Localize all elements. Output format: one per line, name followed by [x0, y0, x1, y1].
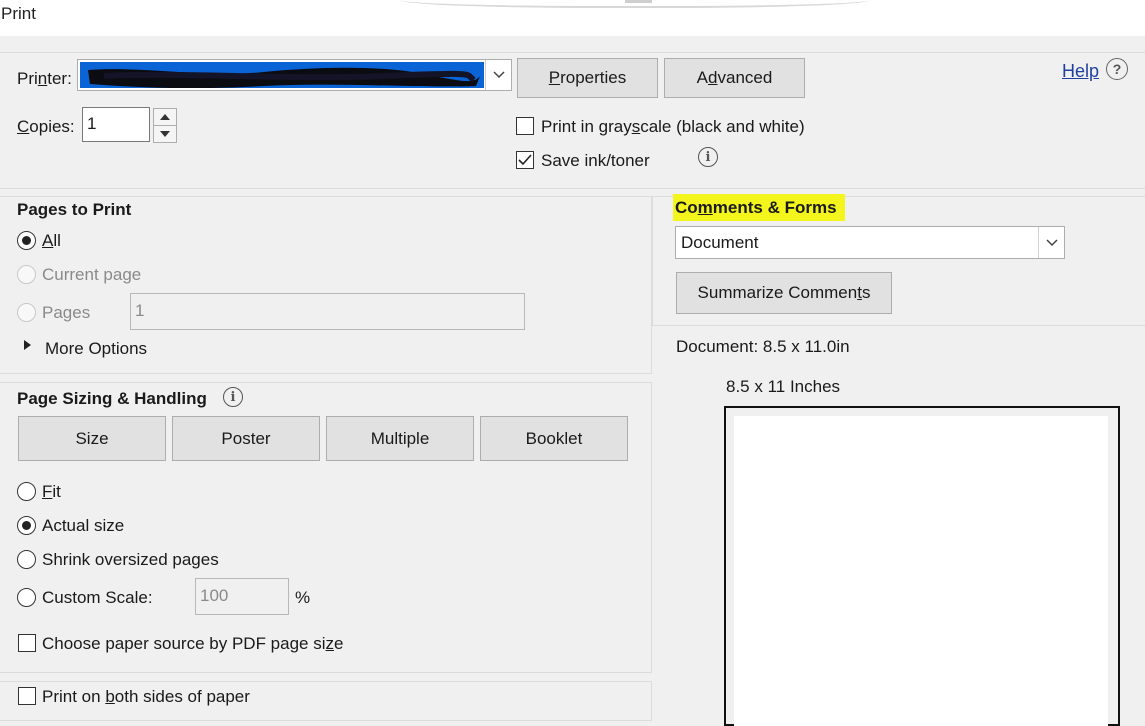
paper-size-label: 8.5 x 11 Inches	[726, 377, 841, 396]
info-icon[interactable]: i	[698, 147, 718, 167]
tab-poster[interactable]: Poster	[172, 416, 320, 461]
radio-shrink-label: Shrink oversized pages	[42, 550, 219, 569]
copies-input[interactable]: 1	[82, 107, 150, 142]
both-sides-label: Print on both sides of paper	[42, 687, 250, 706]
radio-fit-label: Fit	[42, 482, 61, 501]
redaction-mark	[88, 67, 480, 88]
comments-forms-value: Document	[681, 232, 759, 252]
chevron-down-icon[interactable]	[485, 60, 511, 90]
divider	[0, 52, 1145, 53]
help-link[interactable]: Help	[1062, 61, 1099, 82]
copies-up-button[interactable]	[153, 108, 177, 126]
radio-current-page-label: Current page	[42, 265, 142, 284]
printer-select[interactable]	[77, 59, 512, 91]
paper-source-checkbox[interactable]	[18, 634, 36, 652]
grayscale-label: Print in grayscale (black and white)	[541, 117, 805, 136]
both-sides-checkbox[interactable]	[18, 687, 36, 705]
advanced-button[interactable]: Ad vanced	[664, 58, 805, 98]
chevron-down-icon[interactable]	[1038, 227, 1064, 258]
percent-label: %	[295, 588, 311, 607]
tab-size[interactable]: Size	[18, 416, 166, 461]
radio-custom-scale[interactable]	[17, 588, 36, 607]
tab-booklet[interactable]: Booklet	[480, 416, 628, 461]
radio-current-page[interactable]	[17, 265, 36, 284]
comments-forms-select[interactable]: Document	[675, 226, 1065, 259]
pages-to-print-title: Pages to Print	[17, 200, 132, 219]
paper-source-label: Choose paper source by PDF page size	[42, 634, 344, 653]
radio-actual-size[interactable]	[17, 516, 36, 535]
copies-down-button[interactable]	[153, 125, 177, 143]
radio-all[interactable]	[17, 231, 36, 250]
window-title: Print	[1, 4, 36, 23]
printer-label: Printer:	[17, 69, 72, 88]
pages-range-input[interactable]: 1	[130, 293, 525, 330]
divider	[0, 188, 1145, 189]
radio-fit[interactable]	[17, 482, 36, 501]
radio-pages-label: Pages	[42, 303, 91, 322]
print-preview	[724, 406, 1120, 726]
expand-triangle-icon[interactable]	[24, 340, 31, 350]
more-options-toggle[interactable]: More Options	[45, 339, 147, 359]
checkmark-icon	[518, 154, 532, 166]
title-notch	[625, 0, 652, 3]
summarize-comments-button[interactable]: Summarize Commen t s	[676, 272, 892, 314]
radio-actual-size-label: Actual size	[42, 516, 125, 535]
custom-scale-input[interactable]: 100	[195, 578, 289, 615]
radio-all-label: All	[42, 231, 61, 250]
page-sizing-title: Page Sizing & Handling	[17, 389, 207, 408]
preview-page	[734, 416, 1108, 726]
info-icon[interactable]: i	[223, 387, 243, 407]
save-ink-label: Save ink/toner	[541, 151, 650, 170]
properties-button[interactable]: Properties	[517, 58, 658, 98]
document-size-label: Document: 8.5 x 11.0in	[676, 337, 850, 356]
radio-custom-scale-label: Custom Scale:	[42, 588, 153, 607]
radio-pages[interactable]	[17, 303, 36, 322]
save-ink-checkbox[interactable]	[516, 151, 534, 169]
grayscale-checkbox[interactable]	[516, 117, 534, 135]
help-icon[interactable]: ?	[1106, 58, 1128, 80]
comments-forms-title: Comments & Forms	[673, 194, 845, 221]
copies-label: Copies:	[17, 117, 75, 136]
radio-shrink[interactable]	[17, 550, 36, 569]
tab-multiple[interactable]: Multiple	[326, 416, 474, 461]
